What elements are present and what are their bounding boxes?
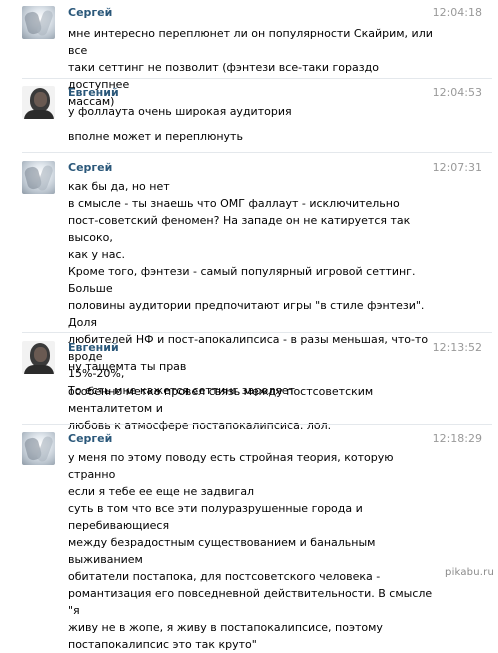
message-author[interactable]: Евгений — [68, 341, 119, 354]
avatar[interactable] — [22, 341, 55, 374]
message-divider — [22, 332, 492, 333]
message-timestamp[interactable]: 12:04:53 — [433, 86, 482, 99]
message-author[interactable]: Сергей — [68, 432, 112, 445]
message-divider — [22, 424, 492, 425]
message-author[interactable]: Сергей — [68, 161, 112, 174]
message-text: мне интересно переплюнет ли он популярно… — [68, 27, 433, 108]
message-timestamp[interactable]: 12:13:52 — [433, 341, 482, 354]
message-text: ну тащемта ты прав — [68, 360, 187, 373]
avatar[interactable] — [22, 161, 55, 194]
avatar[interactable] — [22, 432, 55, 465]
message-text: особенно метко провел связь между постсо… — [68, 385, 374, 432]
watermark: pikabu.ru — [445, 567, 494, 578]
avatar[interactable] — [22, 6, 55, 39]
message-text: у фоллаута очень широкая аудитория — [68, 105, 292, 118]
message-timestamp[interactable]: 12:18:29 — [433, 432, 482, 445]
message-timestamp[interactable]: 12:04:18 — [433, 6, 482, 19]
message-text: у меня по этому поводу есть стройная тео… — [68, 451, 433, 651]
message-text: вполне может и переплюнуть — [68, 130, 243, 143]
avatar[interactable] — [22, 86, 55, 119]
message-timestamp[interactable]: 12:07:31 — [433, 161, 482, 174]
message-divider — [22, 78, 492, 79]
message-author[interactable]: Евгений — [68, 86, 119, 99]
message-author[interactable]: Сергей — [68, 6, 112, 19]
message-divider — [22, 152, 492, 153]
